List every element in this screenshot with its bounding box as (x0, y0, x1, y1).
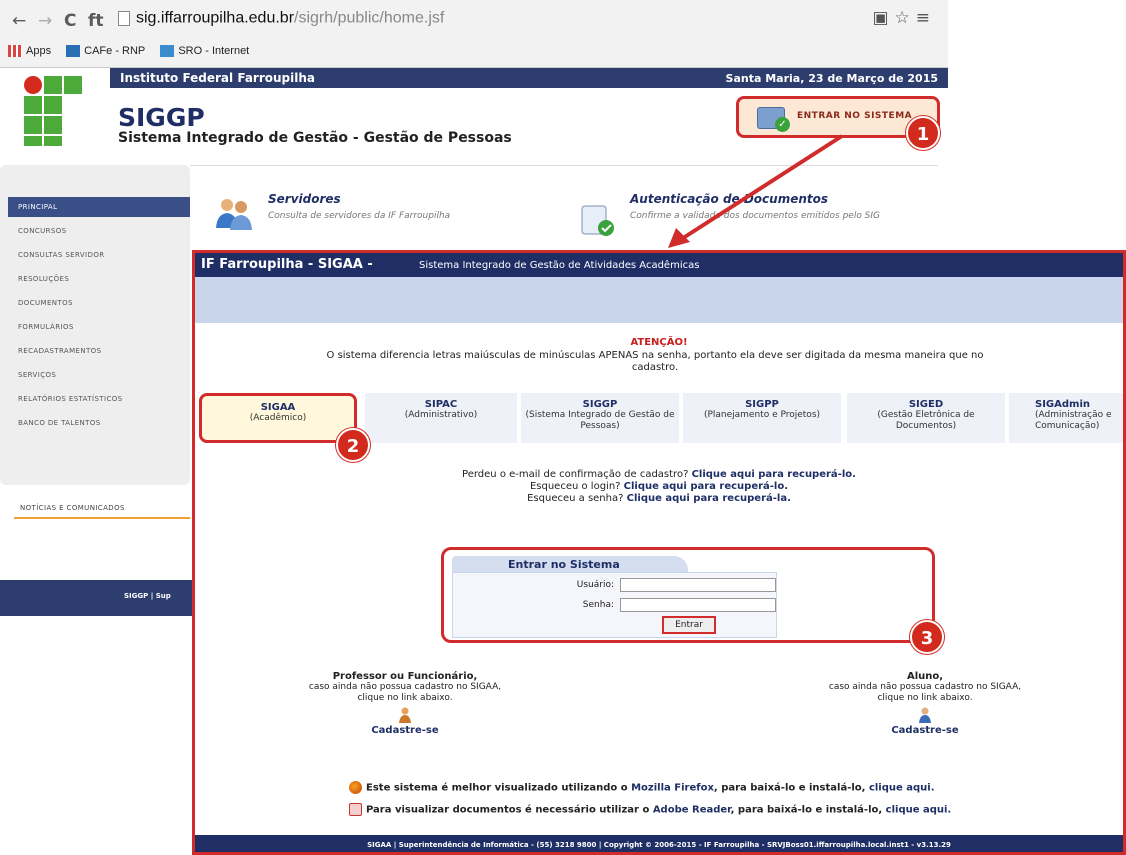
tab-sigpp[interactable]: SIGPP (Planejamento e Projetos) (683, 393, 841, 443)
tab-siged[interactable]: SIGED (Gestão Eletrônica de Documentos) (847, 393, 1005, 443)
student-icon (919, 707, 931, 723)
bookmark-cafe-rnp[interactable]: CAFe - RNP (66, 45, 145, 58)
sidebar-item-banco-talentos[interactable]: Banco de Talentos (18, 419, 101, 427)
atencao-title: ATENÇÃO! (630, 337, 688, 348)
if-logo (24, 76, 82, 146)
login-title: Entrar no Sistema (508, 558, 620, 571)
firefox-download-link[interactable]: clique aqui. (869, 783, 935, 794)
servidores-desc: Consulta de servidores da IF Farroupilha (268, 211, 451, 221)
bookmarks-bar: Apps CAFe - RNP SRO - Internet (8, 45, 261, 58)
cafe-icon (66, 45, 81, 58)
tab-siggp[interactable]: SIGGP (Sistema Integrado de Gestão de Pes… (521, 393, 679, 443)
adobe-download-link[interactable]: clique aqui. (886, 805, 952, 816)
register-aluno: Aluno, caso ainda não possua cadastro no… (775, 671, 1075, 736)
check-icon: ✓ (775, 117, 790, 132)
sidebar-item-principal[interactable]: Principal (8, 197, 196, 217)
recover-login-link[interactable]: Clique aqui para recuperá-lo. (624, 481, 788, 492)
browser-menu-icons[interactable]: ▣☆≡ (872, 8, 936, 28)
adobe-link[interactable]: Adobe Reader (653, 805, 731, 816)
header-date: Santa Maria, 23 de Março de 2015 (725, 72, 938, 85)
noticias-heading[interactable]: Notícias e Comunicados (20, 504, 125, 512)
servidores-link[interactable]: Servidores (268, 192, 341, 206)
sidebar-item-recadastramentos[interactable]: Recadastramentos (18, 347, 101, 355)
siggp-sidebar: Principal Concursos Consultas Servidor R… (0, 165, 196, 485)
home-icon[interactable]: ft (88, 11, 104, 31)
institution-name: Instituto Federal Farroupilha (120, 71, 315, 85)
siggp-main-panel: Servidores Consulta de servidores da IF … (190, 165, 938, 255)
back-icon[interactable]: ← (12, 11, 26, 31)
autenticacao-desc: Confirme a validade dos documentos emiti… (630, 211, 881, 221)
step-badge-1: 1 (906, 116, 940, 150)
reload-icon[interactable]: C (64, 11, 76, 31)
firefox-icon (349, 781, 362, 794)
noticias-divider (14, 517, 190, 519)
page-icon (118, 11, 130, 26)
address-bar[interactable]: sig.iffarroupilha.edu.br/sigrh/public/ho… (118, 8, 848, 32)
step-badge-3: 3 (910, 620, 944, 654)
entrar-button[interactable]: Entrar (662, 616, 716, 634)
firefox-link[interactable]: Mozilla Firefox (631, 783, 714, 794)
bookmark-sro-internet[interactable]: SRO - Internet (160, 45, 249, 58)
url-host: sig.iffarroupilha.edu.br (136, 9, 295, 27)
pdf-icon (349, 803, 362, 816)
sigaa-tagline: Sistema Integrado de Gestão de Atividade… (419, 260, 700, 271)
login-tab: Entrar no Sistema (452, 556, 688, 572)
bookmark-apps[interactable]: Apps (8, 45, 51, 58)
users-icon (216, 199, 252, 230)
tab-sipac[interactable]: SIPAC (Administrativo) (365, 393, 517, 443)
tab-sigaa[interactable]: SIGAA (Acadêmico) (199, 393, 357, 443)
sidebar-item-formularios[interactable]: Formulários (18, 323, 74, 331)
senha-label: Senha: (582, 600, 614, 610)
sro-icon (160, 45, 175, 58)
sidebar-item-resolucoes[interactable]: Resoluções (18, 275, 69, 283)
tab-sigadmin[interactable]: SIGAdmin (Administração e Comunicação) (1009, 393, 1123, 443)
sidebar-item-relatorios[interactable]: Relatórios Estatísticos (18, 395, 123, 403)
senha-input[interactable] (620, 598, 776, 612)
sigaa-brand: IF Farroupilha - SIGAA - (201, 257, 373, 272)
atencao-message: O sistema diferencia letras maiúsculas d… (326, 350, 984, 373)
adobe-note: Para visualizar documentos é necessário … (349, 803, 951, 816)
siggp-header: Instituto Federal Farroupilha Santa Mari… (0, 68, 948, 152)
document-check-icon (581, 205, 614, 236)
apps-icon (8, 45, 22, 58)
recover-links: Perdeu o e-mail de confirmação de cadast… (462, 469, 856, 504)
sidebar-item-documentos[interactable]: Documentos (18, 299, 73, 307)
login-form: Entrar no Sistema Usuário: Senha: Entrar (441, 547, 935, 643)
autenticacao-link[interactable]: Autenticação de Documentos (630, 192, 828, 206)
user-icon (399, 707, 411, 723)
sigaa-blue-band (195, 277, 1123, 323)
entrar-label: Entrar no sistema (797, 111, 913, 121)
browser-chrome: ← → C ft sig.iffarroupilha.edu.br/sigrh/… (0, 0, 948, 68)
cadastre-se-aluno-link[interactable]: Cadastre-se (775, 725, 1075, 736)
recover-email-link[interactable]: Clique aqui para recuperá-lo. (692, 469, 856, 480)
systems-tabs: SIGAA (Acadêmico) SIPAC (Administrativo) S… (195, 393, 1123, 445)
usuario-input[interactable] (620, 578, 776, 592)
sidebar-item-servicos[interactable]: Serviços (18, 371, 56, 379)
siggp-title: SIGGP (118, 103, 205, 132)
siggp-footer: SIGGP | Sup (0, 580, 198, 616)
sigaa-header: IF Farroupilha - SIGAA - Sistema Integra… (195, 253, 1123, 277)
sidebar-item-consultas-servidor[interactable]: Consultas Servidor (18, 251, 105, 259)
url-path: /sigrh/public/home.jsf (294, 9, 445, 27)
recover-password-link[interactable]: Clique aqui para recuperá-la. (627, 493, 791, 504)
sidebar-item-concursos[interactable]: Concursos (18, 227, 67, 235)
firefox-note: Este sistema é melhor visualizado utiliz… (349, 781, 935, 794)
siggp-subtitle: Sistema Integrado de Gestão - Gestão de … (118, 130, 512, 146)
sigaa-footer: SIGAA | Superintendência de Informática … (195, 835, 1123, 852)
step-badge-2: 2 (336, 428, 370, 462)
usuario-label: Usuário: (576, 580, 614, 590)
siggp-top-bar: Instituto Federal Farroupilha Santa Mari… (110, 68, 948, 88)
sigaa-login-window: IF Farroupilha - SIGAA - Sistema Integra… (192, 250, 1126, 855)
cadastre-se-professor-link[interactable]: Cadastre-se (255, 725, 555, 736)
forward-icon[interactable]: → (38, 11, 52, 31)
register-professor: Professor ou Funcionário, caso ainda não… (255, 671, 555, 736)
